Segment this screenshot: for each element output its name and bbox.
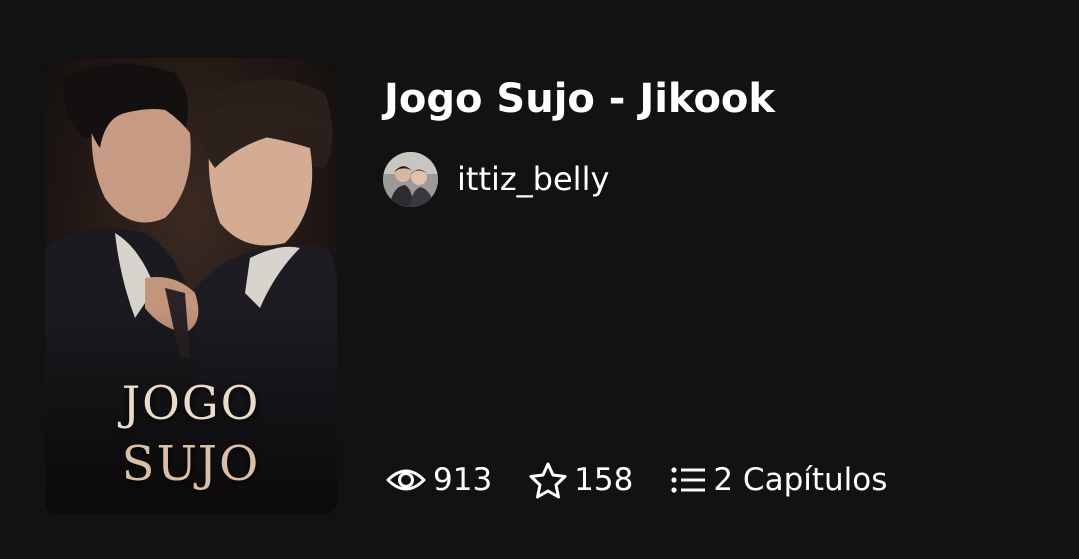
story-card[interactable]: JOGO SUJO Jogo Sujo - Jikook ittiz_belly	[0, 0, 1079, 559]
chapters-count: 2 Capítulos	[713, 462, 888, 498]
votes-count: 158	[574, 462, 634, 498]
cover-title-line2: SUJO	[121, 436, 261, 492]
author-name[interactable]: ittiz_belly	[457, 160, 609, 198]
eye-icon	[385, 465, 427, 495]
avatar-image	[383, 151, 438, 207]
reads-stat: 913	[385, 462, 492, 498]
votes-stat: 158	[528, 461, 633, 499]
story-cover[interactable]: JOGO SUJO	[45, 58, 337, 514]
chapters-stat: 2 Capítulos	[669, 462, 887, 498]
reads-count: 913	[433, 462, 493, 498]
list-icon	[669, 465, 707, 495]
author-link[interactable]: ittiz_belly	[383, 151, 609, 207]
avatar[interactable]	[383, 151, 438, 207]
cover-title-line1: JOGO	[121, 376, 261, 430]
story-title[interactable]: Jogo Sujo - Jikook	[384, 76, 775, 122]
star-icon	[528, 461, 568, 499]
story-stats: 913 158 2 Capítulos	[385, 456, 887, 504]
